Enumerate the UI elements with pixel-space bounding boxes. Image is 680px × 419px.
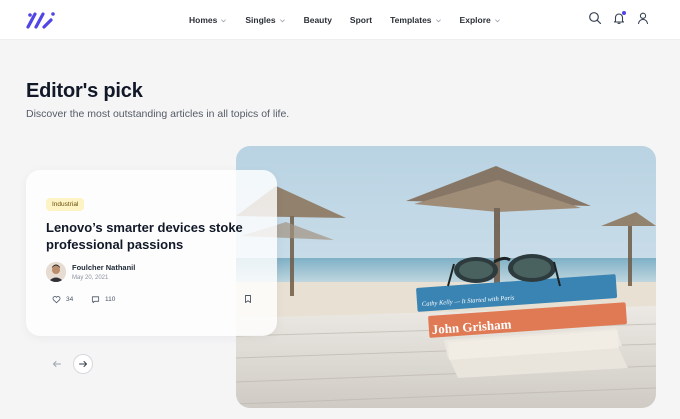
arrow-right-icon	[79, 361, 87, 367]
category-badge[interactable]: Industrial	[46, 198, 85, 211]
nav-item-homes[interactable]: Homes	[189, 15, 227, 25]
next-button[interactable]	[73, 354, 93, 374]
site-header: Homes Singles Beauty Sport Templates Exp…	[0, 0, 680, 40]
nav-item-beauty[interactable]: Beauty	[304, 15, 332, 25]
nav-item-label: Explore	[459, 15, 491, 25]
bookmark-icon[interactable]	[243, 294, 253, 304]
author-name[interactable]: Foulcher Nathanil	[72, 263, 135, 272]
nav-item-label: Homes	[189, 15, 218, 25]
previous-button[interactable]	[48, 355, 66, 373]
arrow-left-icon	[53, 361, 61, 367]
nav-item-explore[interactable]: Explore	[460, 15, 501, 25]
featured-article-card[interactable]: Industrial Lenovo’s smarter devices stok…	[26, 170, 277, 336]
chevron-down-icon	[279, 18, 285, 22]
nav-item-label: Templates	[390, 15, 432, 25]
comment-count: 110	[105, 296, 116, 303]
comment-button[interactable]: 110	[91, 295, 115, 304]
chevron-down-icon	[435, 18, 441, 22]
like-count: 34	[66, 296, 74, 303]
nav-item-label: Singles	[245, 15, 276, 25]
user-icon[interactable]	[636, 11, 650, 25]
main-nav: Homes Singles Beauty Sport Templates Exp…	[189, 0, 501, 40]
notification-dot	[622, 11, 626, 15]
article-date: May 20, 2021	[72, 275, 109, 281]
chevron-down-icon	[221, 18, 227, 22]
header-actions	[588, 11, 650, 25]
notification-button[interactable]	[612, 11, 626, 25]
nav-item-label: Sport	[349, 15, 373, 25]
brand-logo[interactable]	[26, 10, 56, 30]
nav-item-sport[interactable]: Sport	[350, 15, 372, 25]
avatar[interactable]	[46, 262, 66, 282]
article-title-line: professional passions	[46, 237, 184, 252]
comment-icon	[91, 296, 100, 304]
heart-icon	[52, 296, 61, 304]
hero-image[interactable]: John Grisham Cathy Kelly — It Started wi…	[236, 146, 656, 408]
like-button[interactable]: 34	[52, 295, 73, 304]
search-icon[interactable]	[588, 11, 602, 25]
page-title: Editor's pick	[26, 80, 143, 102]
article-title-line: Lenovo’s smarter devices stoke	[46, 220, 243, 235]
page-subtitle: Discover the most outstanding articles i…	[26, 108, 290, 120]
nav-item-singles[interactable]: Singles	[245, 15, 285, 25]
article-title[interactable]: Lenovo’s smarter devices stoke professio…	[46, 219, 256, 253]
nav-item-templates[interactable]: Templates	[390, 15, 441, 25]
nav-item-label: Beauty	[303, 15, 332, 25]
chevron-down-icon	[494, 18, 500, 22]
